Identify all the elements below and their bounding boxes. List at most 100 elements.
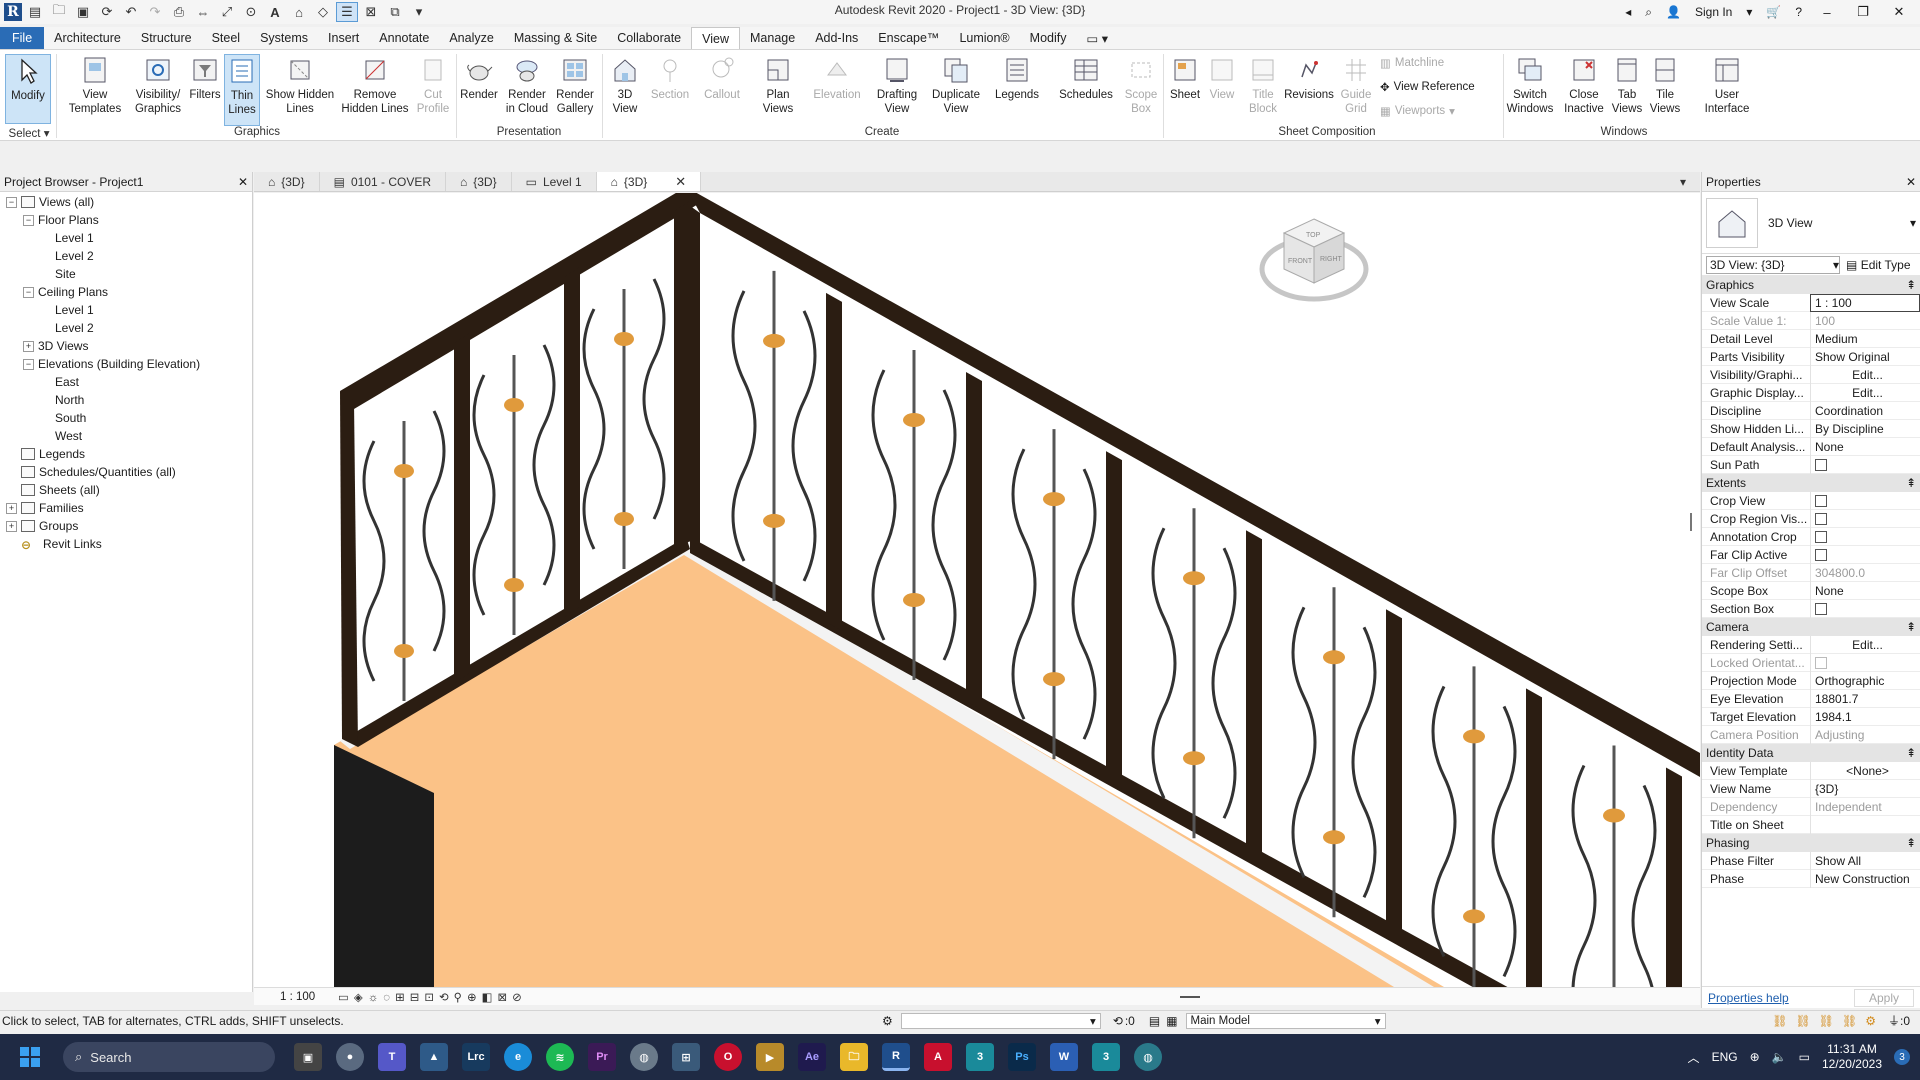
property-checkbox[interactable]: [1810, 599, 1920, 618]
render-gallery-button[interactable]: Render Gallery: [551, 54, 599, 116]
spotify-icon[interactable]: ≋: [546, 1043, 574, 1071]
expand-icon[interactable]: +: [6, 502, 17, 514]
clock[interactable]: 11:31 AM 12/20/2023: [1822, 1042, 1882, 1072]
binoculars-icon[interactable]: ⌕: [1645, 5, 1652, 20]
network-globe-icon[interactable]: ◍: [1134, 1043, 1162, 1071]
guide-grid-button[interactable]: Guide Grid: [1338, 54, 1374, 116]
property-value[interactable]: Coordination: [1810, 401, 1920, 420]
select-dropdown[interactable]: Select ▾: [4, 126, 54, 140]
panel-toggle-icon[interactable]: ▭ ▾: [1076, 27, 1118, 49]
tab-architecture[interactable]: Architecture: [44, 27, 131, 49]
browser-node[interactable]: Site: [0, 265, 252, 283]
collapse-section-icon[interactable]: ⇞: [1906, 620, 1916, 634]
callout-button[interactable]: Callout: [699, 54, 745, 102]
tab-view[interactable]: View: [691, 27, 740, 49]
collapse-section-icon[interactable]: ⇞: [1906, 278, 1916, 292]
checkbox[interactable]: [1815, 602, 1827, 615]
photos-icon[interactable]: ▲: [420, 1043, 448, 1071]
close-inactive-button[interactable]: Close Inactive: [1560, 54, 1608, 116]
battery-icon[interactable]: ▭: [1799, 1050, 1810, 1064]
revisions-button[interactable]: Revisions: [1282, 54, 1336, 102]
render-in-cloud-button[interactable]: Render in Cloud: [503, 54, 551, 116]
thin-lines-button[interactable]: Thin Lines: [224, 54, 260, 126]
checkbox[interactable]: [1815, 548, 1827, 561]
teams-icon[interactable]: T: [378, 1043, 406, 1071]
collapse-icon[interactable]: −: [23, 214, 34, 226]
volume-icon[interactable]: 🔈: [1772, 1050, 1787, 1064]
cut-profile-button[interactable]: Cut Profile: [413, 54, 453, 116]
selection-toggle-icons[interactable]: ⛓⛓⛓⛓⚙: [1772, 1014, 1884, 1028]
browser-node[interactable]: − Ceiling Plans: [0, 283, 252, 301]
section-icon[interactable]: ◇: [312, 2, 334, 22]
view-tab[interactable]: ⌂ {3D}: [446, 172, 512, 191]
revit-logo-icon[interactable]: R: [4, 3, 22, 21]
property-value[interactable]: Medium: [1810, 329, 1920, 348]
taskbar-search[interactable]: ⌕ Search: [63, 1042, 275, 1072]
editable-only-icon[interactable]: ⟲: [1113, 1014, 1123, 1028]
tab-steel[interactable]: Steel: [202, 27, 251, 49]
properties-section-header[interactable]: Camera ⇞: [1702, 618, 1920, 636]
browser-node[interactable]: + Families: [0, 499, 252, 517]
sign-in-link[interactable]: Sign In: [1695, 5, 1732, 19]
default-3d-icon[interactable]: ⌂: [288, 2, 310, 22]
elevation-button[interactable]: Elevation: [808, 54, 866, 102]
undo-icon[interactable]: ↶: [120, 2, 142, 22]
view-templates-button[interactable]: View Templates: [62, 54, 128, 116]
visibility-graphics-button[interactable]: Visibility/ Graphics: [130, 54, 186, 116]
browser-node[interactable]: +3D Views: [0, 337, 252, 355]
matchline-button[interactable]: ▥ Matchline: [1380, 56, 1444, 70]
view-reference-button[interactable]: ✥ View Reference: [1380, 80, 1475, 94]
open-icon[interactable]: ▤: [24, 2, 46, 22]
expand-icon[interactable]: +: [23, 340, 34, 352]
tab-insert[interactable]: Insert: [318, 27, 369, 49]
workset-icon[interactable]: ⚙: [882, 1014, 893, 1028]
print-icon[interactable]: ⎙: [168, 2, 190, 22]
filters-button[interactable]: Filters: [186, 54, 224, 102]
3dsmax-2-icon[interactable]: 3: [1092, 1043, 1120, 1071]
tab-annotate[interactable]: Annotate: [369, 27, 439, 49]
premiere-icon[interactable]: Pr: [588, 1043, 616, 1071]
tab-file[interactable]: File: [0, 27, 45, 49]
measure-icon[interactable]: ⇔: [192, 2, 214, 22]
property-edit-button[interactable]: Edit...: [1810, 635, 1920, 654]
viewports-button[interactable]: ▦ Viewports ▾: [1380, 104, 1455, 118]
close-icon[interactable]: ✕: [238, 175, 248, 189]
properties-help-link[interactable]: Properties help: [1708, 991, 1789, 1005]
design-options-icon[interactable]: ▤: [1149, 1014, 1160, 1028]
duplicate-view-button[interactable]: Duplicate View: [926, 54, 986, 116]
browser-node[interactable]: − Views (all): [0, 193, 252, 211]
view-scale-button[interactable]: 1 : 100: [280, 991, 330, 1003]
view-tab-active[interactable]: ⌂ {3D} ✕: [596, 172, 702, 191]
chrome-icon[interactable]: ●: [336, 1043, 364, 1071]
tab-modify[interactable]: Modify: [1020, 27, 1077, 49]
3d-view-button[interactable]: 3D View: [606, 54, 644, 116]
property-value[interactable]: 18801.7: [1810, 689, 1920, 708]
collapse-icon[interactable]: −: [6, 196, 17, 208]
show-hidden-lines-button[interactable]: Show Hidden Lines: [264, 54, 336, 116]
tray-chevron-up-icon[interactable]: ︿: [1688, 1049, 1700, 1066]
browser-node[interactable]: Legends: [0, 445, 252, 463]
tag-icon[interactable]: ⊙: [240, 2, 262, 22]
sync-icon[interactable]: ⟳: [96, 2, 118, 22]
property-value[interactable]: New Construction: [1810, 869, 1920, 888]
close-hidden-icon[interactable]: ⊠: [360, 2, 382, 22]
opera-icon[interactable]: O: [714, 1043, 742, 1071]
browser-node[interactable]: ⊖ Revit Links: [0, 535, 252, 553]
text-icon[interactable]: A: [264, 2, 286, 22]
checkbox[interactable]: [1815, 512, 1827, 525]
properties-section-header[interactable]: Extents ⇞: [1702, 474, 1920, 492]
property-edit-button[interactable]: Edit...: [1810, 365, 1920, 384]
dimension-icon[interactable]: ⤢: [216, 2, 238, 22]
collapse-icon[interactable]: −: [23, 286, 34, 298]
property-value[interactable]: Orthographic: [1810, 671, 1920, 690]
collapse-section-icon[interactable]: ⇞: [1906, 746, 1916, 760]
legends-button[interactable]: Legends: [992, 54, 1042, 102]
type-selector[interactable]: 3D View ▾: [1702, 192, 1920, 254]
customize-qat-icon[interactable]: ▾: [408, 2, 430, 22]
property-value[interactable]: Show All: [1810, 851, 1920, 870]
tile-views-button[interactable]: Tile Views: [1648, 54, 1682, 116]
properties-section-header[interactable]: Identity Data ⇞: [1702, 744, 1920, 762]
view-tab[interactable]: ▤ 0101 - COVER: [320, 172, 446, 191]
view-cube[interactable]: TOP FRONT RIGHT: [1254, 211, 1374, 311]
file-explorer-icon[interactable]: 🗀: [840, 1043, 868, 1071]
